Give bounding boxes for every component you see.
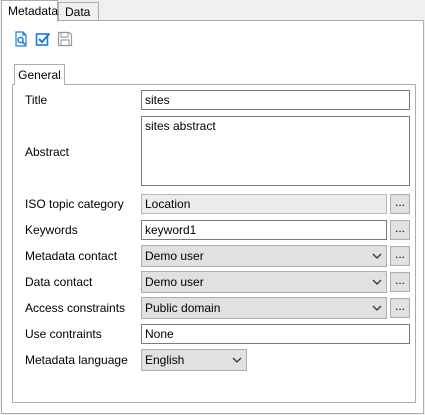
tab-general-label: General bbox=[18, 68, 61, 82]
access-constraints-value: Public domain bbox=[145, 301, 221, 315]
tab-data[interactable]: Data bbox=[58, 2, 99, 21]
data-contact-value: Demo user bbox=[145, 275, 204, 289]
metadata-language-select[interactable]: English bbox=[141, 349, 247, 371]
preview-metadata-button[interactable] bbox=[13, 31, 29, 47]
tab-metadata-label: Metadata bbox=[8, 4, 59, 18]
metadata-language-value: English bbox=[145, 353, 185, 367]
metadata-contact-browse-button[interactable]: ... bbox=[390, 246, 410, 266]
search-document-icon bbox=[15, 31, 27, 47]
save-button[interactable] bbox=[57, 31, 73, 47]
iso-topic-field: Location bbox=[141, 194, 387, 214]
data-contact-select[interactable]: Demo user bbox=[141, 271, 387, 293]
abstract-field[interactable]: sites abstract bbox=[141, 116, 410, 186]
chevron-down-icon bbox=[372, 279, 382, 285]
keywords-field[interactable]: keyword1 bbox=[141, 220, 387, 240]
title-label: Title bbox=[25, 93, 48, 107]
chevron-down-icon bbox=[232, 357, 242, 363]
tab-data-label: Data bbox=[65, 5, 91, 19]
abstract-label: Abstract bbox=[25, 145, 70, 159]
keywords-browse-button[interactable]: ... bbox=[390, 220, 410, 240]
title-field[interactable]: sites bbox=[141, 90, 410, 110]
iso-topic-label: ISO topic category bbox=[25, 197, 124, 211]
main-tab-strip: Metadata Data bbox=[0, 0, 425, 22]
metadata-contact-value: Demo user bbox=[145, 249, 204, 263]
data-contact-label: Data contact bbox=[25, 275, 93, 289]
metadata-panel: General Title sites Abstract sites abstr… bbox=[1, 20, 424, 414]
general-form: Title sites Abstract sites abstract ISO … bbox=[12, 84, 416, 403]
metadata-language-label: Metadata language bbox=[25, 353, 128, 367]
use-constraints-label: Use contraints bbox=[25, 327, 102, 341]
chevron-down-icon bbox=[372, 305, 382, 311]
access-constraints-browse-button[interactable]: ... bbox=[390, 298, 410, 318]
iso-topic-browse-button[interactable]: ... bbox=[390, 194, 410, 214]
chevron-down-icon bbox=[372, 253, 382, 259]
validate-button[interactable] bbox=[35, 31, 51, 47]
save-disk-icon bbox=[57, 31, 73, 47]
metadata-contact-label: Metadata contact bbox=[25, 249, 118, 263]
keywords-label: Keywords bbox=[25, 223, 78, 237]
access-constraints-label: Access constraints bbox=[25, 301, 126, 315]
checkbox-validate-icon bbox=[35, 32, 51, 46]
tab-metadata[interactable]: Metadata bbox=[1, 0, 58, 22]
tab-general[interactable]: General bbox=[14, 64, 65, 85]
use-constraints-field[interactable]: None bbox=[141, 324, 410, 344]
metadata-contact-select[interactable]: Demo user bbox=[141, 245, 387, 267]
data-contact-browse-button[interactable]: ... bbox=[390, 272, 410, 292]
access-constraints-select[interactable]: Public domain bbox=[141, 297, 387, 319]
